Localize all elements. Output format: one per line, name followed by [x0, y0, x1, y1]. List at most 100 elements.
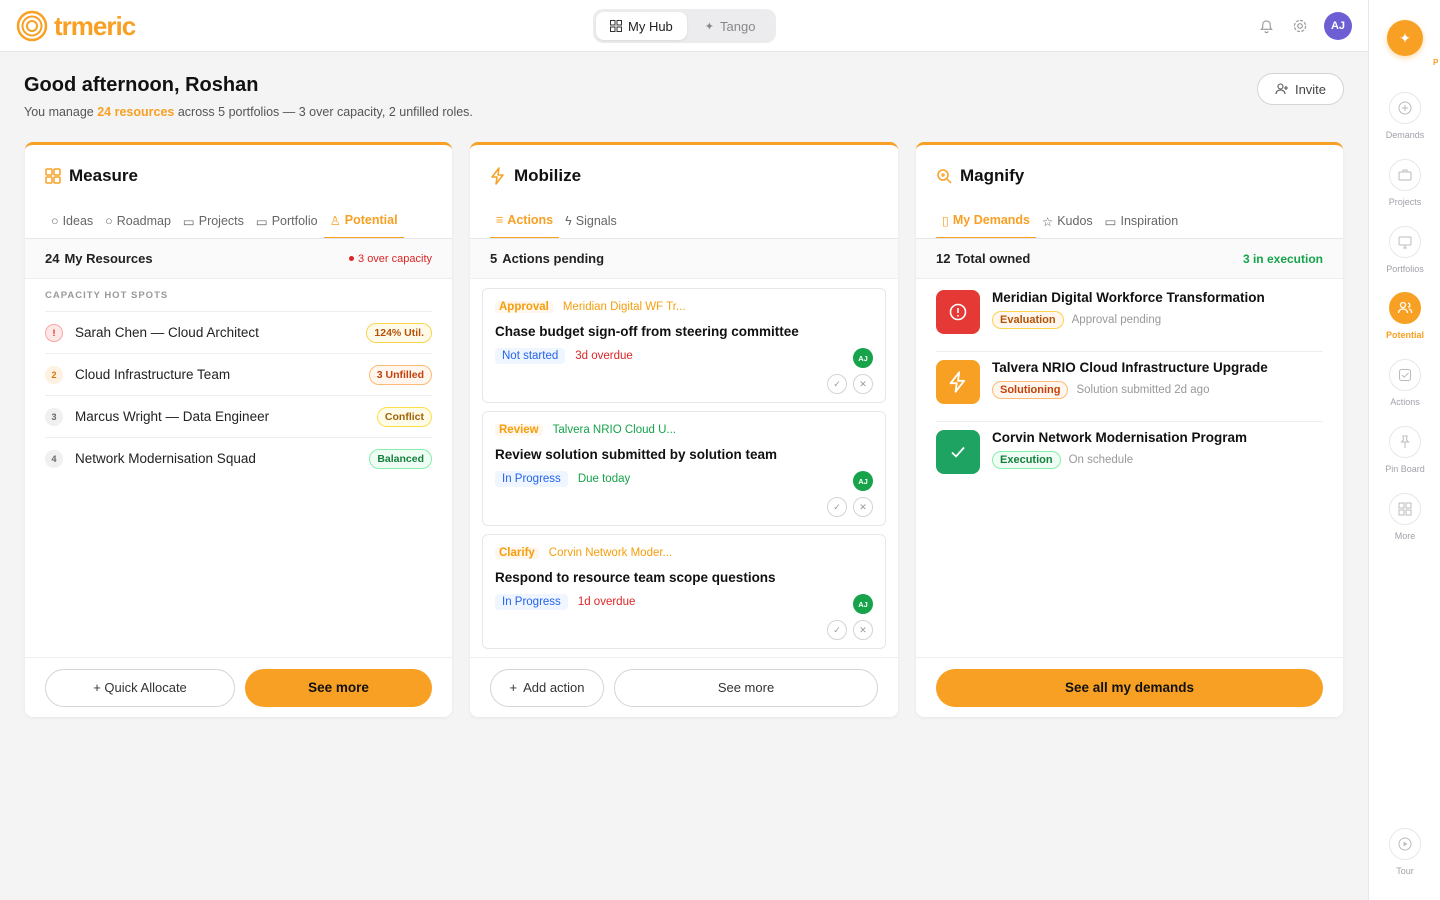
list-item[interactable]: 4 Network Modernisation Squad Balanced — [45, 437, 432, 479]
summary-label: Total owned — [955, 251, 1031, 266]
person-icon: ♙ — [329, 213, 341, 228]
demand-link[interactable]: Talvera NRIO Cloud U... — [553, 424, 676, 436]
check-icon — [936, 430, 980, 474]
list-item[interactable]: 2 Cloud Infrastructure Team 3 Unfilled — [45, 353, 432, 395]
demand-note: Solution submitted 2d ago — [1076, 384, 1210, 396]
tab-inspiration[interactable]: ▭ Inspiration — [1099, 203, 1185, 238]
rail-item-portfolios[interactable]: Portfolios — [1369, 226, 1440, 274]
check-icon[interactable]: ✓ — [827, 374, 847, 394]
check-icon[interactable]: ✓ — [827, 620, 847, 640]
tab-kudos[interactable]: ☆ Kudos — [1036, 203, 1099, 238]
demand-count: 12 — [936, 251, 951, 266]
warning-text: 3 over capacity — [358, 252, 432, 265]
mobilize-tabs: ≡ Actions ϟ Signals — [470, 203, 898, 239]
tab-signals[interactable]: ϟ Signals — [559, 203, 623, 238]
card-footer: + Add action See more — [470, 657, 898, 717]
tab-potential[interactable]: ♙ Potential — [323, 203, 404, 238]
list-item[interactable]: 3 Marcus Wright — Data Engineer Conflict — [45, 395, 432, 437]
check-icon[interactable]: ✓ — [827, 497, 847, 517]
resource-count-link[interactable]: 24 resources — [97, 105, 174, 119]
magnify-card: Magnify ▯ My Demands ☆ Kudos ▭ Inspiration … — [916, 142, 1343, 717]
demand-item[interactable]: Corvin Network Modernisation Program Exe… — [936, 422, 1323, 492]
list-item[interactable]: ! Sarah Chen — Cloud Architect 124% Util. — [45, 311, 432, 353]
invite-button[interactable]: Invite — [1257, 73, 1344, 105]
see-more-button[interactable]: See more — [614, 668, 878, 707]
tab-my-hub[interactable]: My Hub — [596, 12, 687, 40]
tab-tango[interactable]: ✦ Tango — [691, 12, 770, 40]
resource-name: Cloud Infrastructure Team — [75, 367, 231, 382]
resource-count: 24 — [45, 251, 60, 266]
plus-icon: + — [509, 680, 518, 695]
section-label: CAPACITY HOT SPOTS — [45, 290, 169, 301]
close-icon[interactable]: ✕ — [853, 497, 873, 517]
demand-link[interactable]: Corvin Network Moder... — [549, 547, 672, 559]
resource-name: Marcus Wright — Data Engineer — [75, 409, 270, 424]
greeting-suffix: across 5 portfolios — 3 over capacity, 2… — [177, 105, 473, 119]
demand-link[interactable]: Meridian Digital WF Tr... — [563, 301, 686, 313]
tab-label: Kudos — [1057, 214, 1093, 228]
tab-portfolio[interactable]: ▭ Portfolio — [250, 203, 324, 238]
summary-bar: 12 Total owned 3 in execution — [916, 239, 1343, 279]
card-title: Mobilize — [490, 166, 581, 186]
due-label: 3d overdue — [575, 350, 633, 362]
rail-item-projects[interactable]: Projects — [1369, 159, 1440, 207]
rail-label: Actions — [1390, 397, 1420, 407]
rail-item-potential[interactable]: Potential — [1369, 292, 1440, 340]
demand-item[interactable]: Talvera NRIO Cloud Infrastructure Upgrad… — [936, 352, 1323, 422]
bolt-icon — [491, 167, 504, 185]
demand-note: On schedule — [1068, 454, 1134, 466]
tab-actions[interactable]: ≡ Actions — [490, 203, 560, 238]
tab-label: Ideas — [62, 214, 94, 228]
tab-my-demands[interactable]: ▯ My Demands — [936, 203, 1036, 238]
assignee-avatar[interactable]: AJ — [853, 471, 873, 491]
folder-icon: ▭ — [255, 214, 268, 229]
summary-label: My Resources — [64, 251, 153, 266]
assignee-avatar[interactable]: AJ — [853, 348, 873, 368]
execution-count: 3 in execution — [1242, 251, 1323, 266]
close-icon[interactable]: ✕ — [853, 620, 873, 640]
due-label: 1d overdue — [577, 596, 636, 608]
demand-title: Corvin Network Modernisation Program — [992, 430, 1248, 445]
brand-logo[interactable]: trmeric — [16, 10, 136, 42]
bell-icon[interactable] — [1256, 16, 1276, 36]
rail-item-pin-board[interactable]: Pin Board — [1369, 426, 1440, 474]
rail-item-actions[interactable]: Actions — [1369, 359, 1440, 407]
demand-item[interactable]: Meridian Digital Workforce Transformatio… — [936, 282, 1323, 352]
assistant-button[interactable]: ✦ — [1387, 20, 1423, 56]
tab-label: Projects — [198, 214, 244, 228]
tab-roadmap[interactable]: ○ Roadmap — [99, 203, 177, 238]
status-badge: Not started — [495, 348, 566, 364]
action-type: Approval — [495, 301, 553, 313]
see-all-demands-button[interactable]: See all my demands — [936, 668, 1323, 707]
add-action-button[interactable]: + Add action — [490, 668, 604, 707]
summary-label: Actions pending — [502, 251, 605, 266]
tab-projects[interactable]: ▭ Projects — [177, 203, 250, 238]
list-icon: ≡ — [496, 213, 504, 227]
rank-badge: 2 — [45, 365, 63, 384]
tab-ideas[interactable]: ○ Ideas — [45, 203, 99, 238]
user-avatar[interactable]: AJ — [1324, 12, 1352, 40]
close-icon[interactable]: ✕ — [853, 374, 873, 394]
users-icon — [1389, 292, 1421, 324]
status-badge: In Progress — [495, 471, 568, 487]
tab-label: Signals — [575, 214, 617, 228]
action-card[interactable]: Review Talvera NRIO Cloud U... Review sol… — [482, 411, 886, 526]
see-more-button[interactable]: See more — [245, 668, 432, 707]
demand-title: Meridian Digital Workforce Transformatio… — [992, 290, 1265, 305]
action-type: Clarify — [495, 547, 539, 559]
rail-item-tour[interactable]: Tour — [1369, 828, 1440, 876]
gear-icon[interactable] — [1290, 16, 1310, 36]
circle-icon: ○ — [51, 214, 59, 228]
action-card[interactable]: Approval Meridian Digital WF Tr... Chase … — [482, 288, 886, 403]
stage-badge: Execution — [992, 451, 1061, 469]
rail-item-demands[interactable]: Demands — [1369, 92, 1440, 140]
summary-bar: 5 Actions pending — [470, 239, 898, 279]
quick-allocate-button[interactable]: + Quick Allocate — [45, 668, 235, 707]
card-title-text: Measure — [69, 166, 138, 185]
rail-item-more[interactable]: More — [1369, 493, 1440, 541]
action-card[interactable]: Clarify Corvin Network Moder... Respond t… — [482, 534, 886, 649]
greeting: Good afternoon, Roshan You manage 24 res… — [24, 74, 473, 119]
assignee-avatar[interactable]: AJ — [853, 594, 873, 614]
tab-label: Inspiration — [1120, 214, 1179, 228]
rail-badge: P — [1433, 58, 1439, 67]
